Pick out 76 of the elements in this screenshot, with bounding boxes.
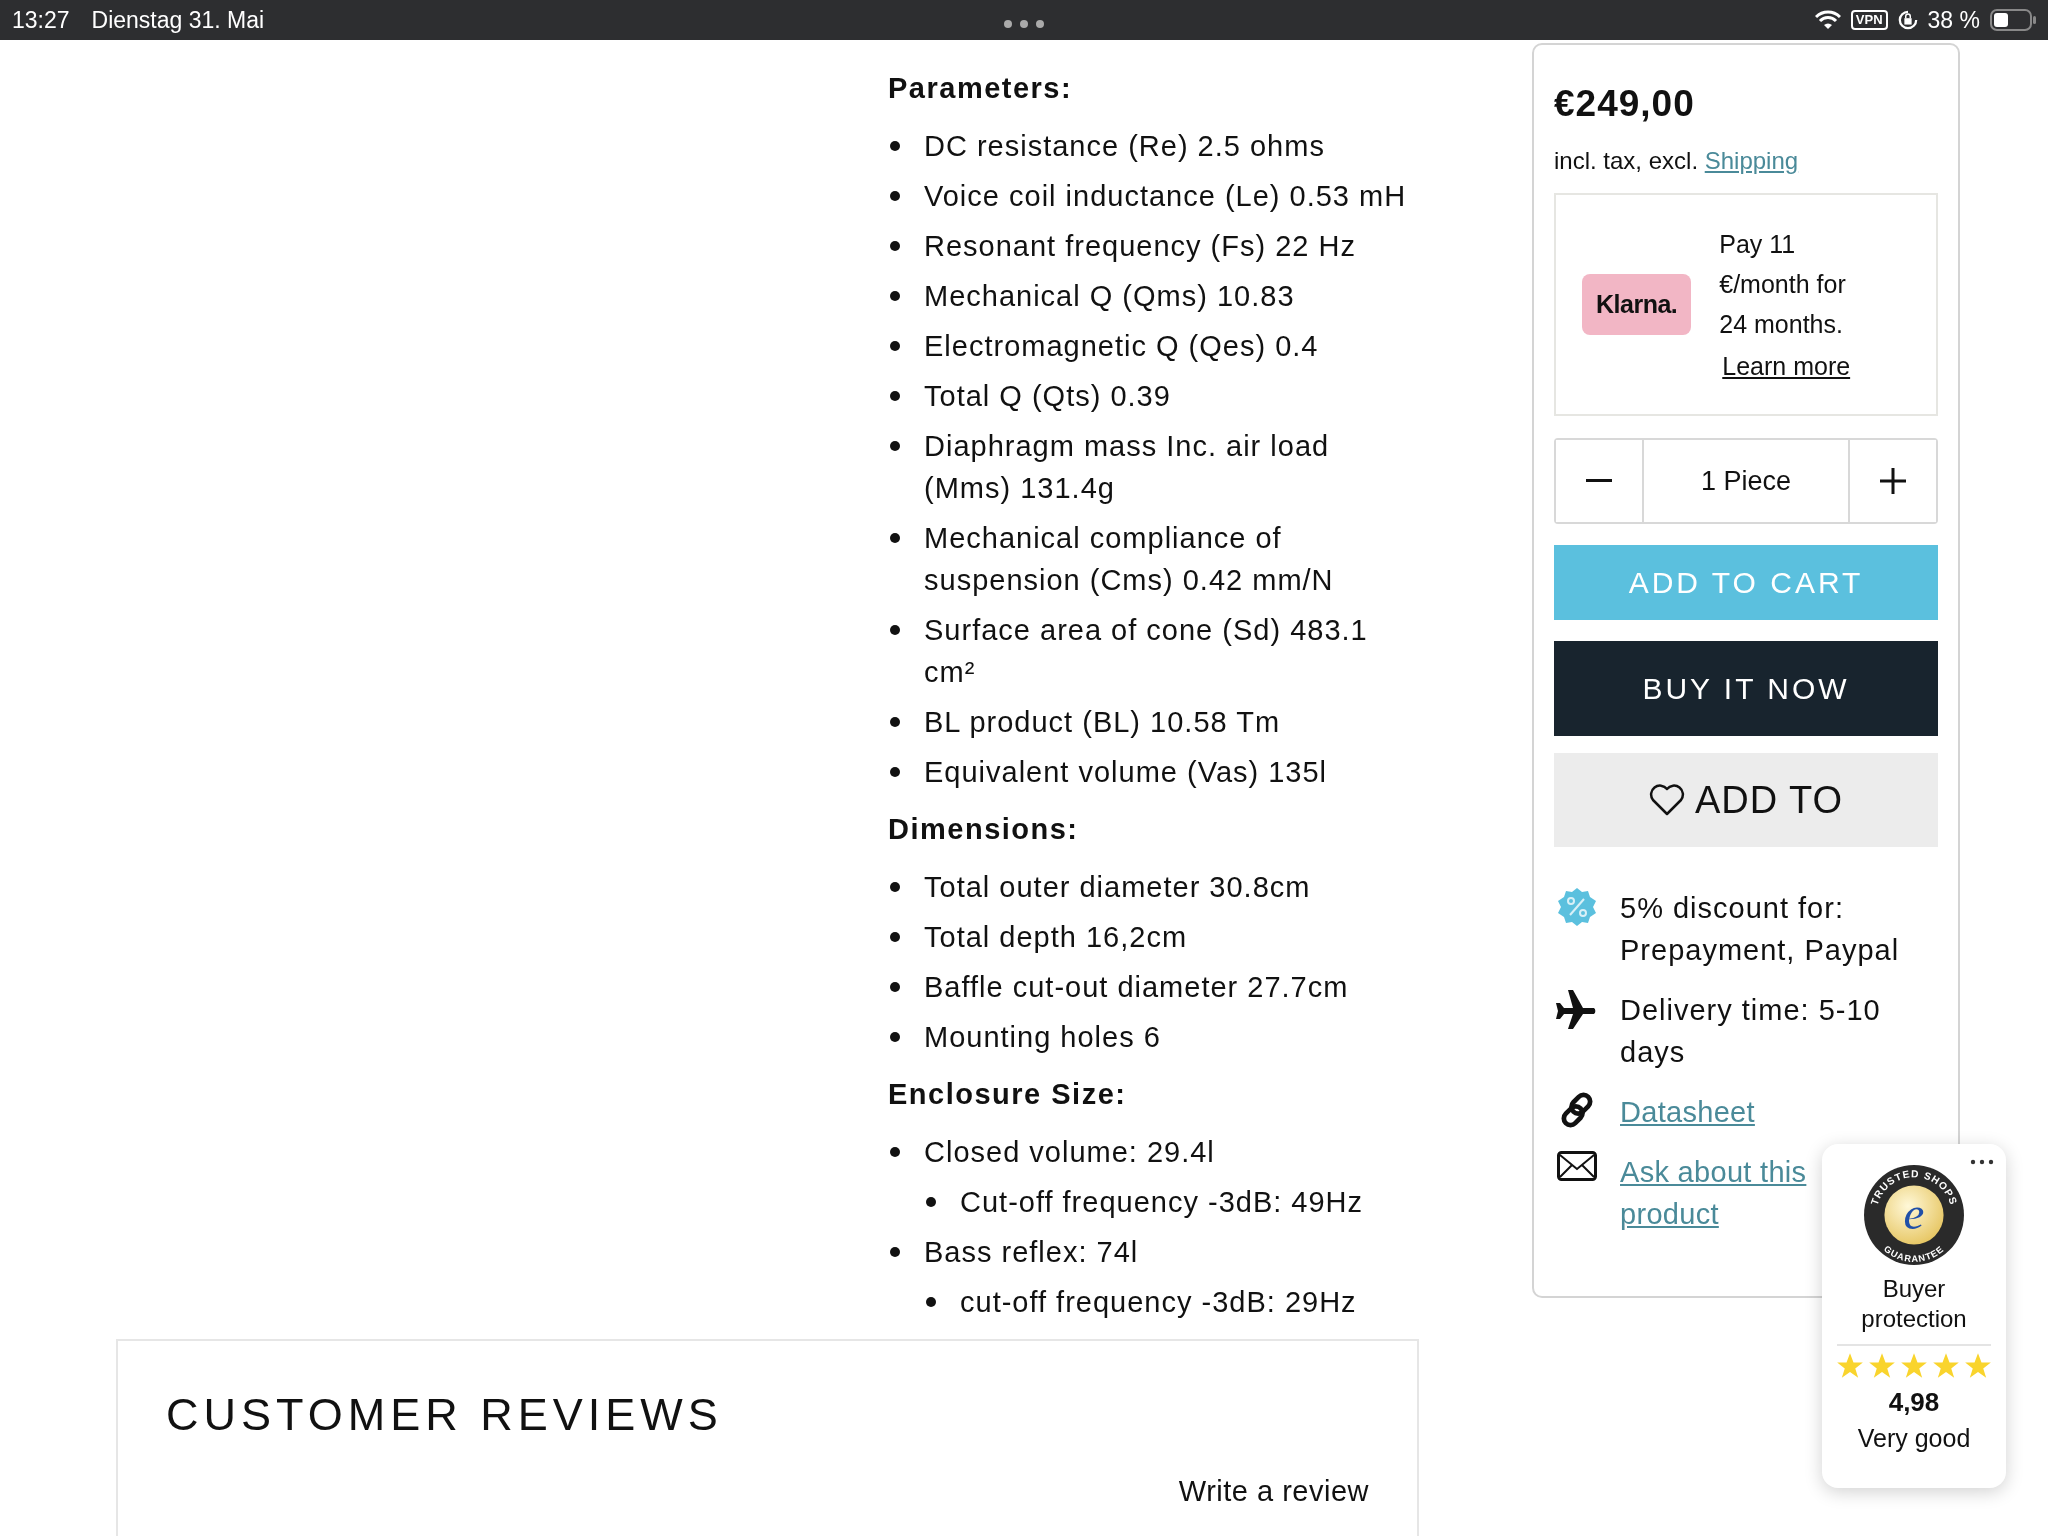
bullet-icon [890, 341, 900, 351]
learn-more-link[interactable]: Learn more [1722, 345, 1880, 386]
write-review-link[interactable]: Write a review [1178, 1475, 1369, 1508]
spec-item: Mechanical compliance of suspension (Cms) 0.42 mm/N [924, 521, 1335, 598]
spec-item: Voice coil inductance (Le) 0.53 mH [924, 179, 1408, 214]
spec-item: Mechanical Q (Qms) 10.83 [924, 279, 1296, 314]
bullet-icon [890, 982, 900, 992]
bullet-icon [890, 1247, 900, 1257]
bullet-icon [890, 932, 900, 942]
bullet-icon [890, 191, 900, 201]
bullet-icon [890, 391, 900, 401]
status-date: Dienstag 31. Mai [91, 6, 265, 34]
ask-product-link[interactable]: Ask about this product [1620, 1151, 1818, 1235]
spec-item: Surface area of cone (Sd) 483.1 cm² [924, 613, 1369, 690]
rotation-lock-icon [1897, 10, 1918, 30]
status-time: 13:27 [12, 6, 70, 34]
battery-percent: 38 % [1927, 6, 1980, 34]
spec-item: Total outer diameter 30.8cm [924, 870, 1312, 905]
section-heading: Enclosure Size: [888, 1078, 1128, 1111]
price: €249,00 [1554, 83, 1696, 125]
section-heading: Parameters: [888, 72, 1074, 105]
spec-item: Total depth 16,2cm [924, 920, 1189, 955]
battery-icon [1990, 9, 2036, 31]
star-icon [1868, 1352, 1896, 1379]
bullet-icon [890, 291, 900, 301]
bullet-icon [926, 1197, 936, 1207]
datasheet-link[interactable]: Datasheet [1620, 1091, 1755, 1133]
reviews-title: CUSTOMER REVIEWS [166, 1389, 724, 1441]
bullet-icon [890, 1147, 900, 1157]
bullet-icon [890, 882, 900, 892]
bullet-icon [890, 141, 900, 151]
vpn-badge: VPN [1850, 10, 1888, 30]
spec-item: Equivalent volume (Vas) 135l [924, 755, 1329, 790]
spec-item: Baffle cut-out diameter 27.7cm [924, 970, 1350, 1005]
spec-item: Mounting holes 6 [924, 1020, 1162, 1055]
bullet-icon [890, 533, 900, 543]
wishlist-button[interactable]: ADD TO [1554, 753, 1938, 847]
buy-now-button[interactable]: BUY IT NOW [1554, 641, 1938, 736]
star-icon [1900, 1352, 1928, 1379]
bullet-icon [890, 767, 900, 777]
star-icon [1932, 1352, 1960, 1379]
klarna-logo: Klarna. [1582, 274, 1692, 335]
bullet-icon [890, 1032, 900, 1042]
rating-verdict: Very good [1857, 1424, 1971, 1453]
buyer-protection-label: Buyer protection [1860, 1274, 1968, 1334]
plus-icon [1880, 468, 1906, 494]
bullet-icon [890, 241, 900, 251]
delivery-text: Delivery time: 5-10 days [1620, 993, 1882, 1070]
bullet-icon [890, 717, 900, 727]
wifi-icon [1814, 10, 1841, 30]
discount-text: 5% discount for: Prepayment, Paypal [1620, 891, 1901, 968]
spec-item: Cut-off frequency -3dB: 49Hz [960, 1185, 1365, 1220]
star-icon [1836, 1352, 1864, 1379]
section-heading: Dimensions: [888, 813, 1080, 846]
spec-item: BL product (BL) 10.58 Tm [924, 705, 1282, 740]
minus-icon [1586, 479, 1612, 483]
multitasking-dots-icon[interactable] [1003, 19, 1045, 29]
spec-item: Diaphragm mass Inc. air load (Mms) 131.4g [924, 429, 1331, 506]
bullet-icon [926, 1297, 936, 1307]
rating-score: 4,98 [1888, 1387, 1940, 1418]
tax-note: incl. tax, excl. [1554, 147, 1699, 174]
more-icon[interactable] [1970, 1159, 1994, 1165]
spec-item: Electromagnetic Q (Qes) 0.4 [924, 329, 1320, 364]
star-icon [1964, 1352, 1992, 1379]
spec-item: DC resistance (Re) 2.5 ohms [924, 129, 1326, 164]
spec-item: Closed volume: 29.4l [924, 1135, 1216, 1170]
spec-item: Total Q (Qts) 0.39 [924, 379, 1172, 414]
bullet-icon [890, 625, 900, 635]
bullet-icon [890, 441, 900, 451]
heart-icon [1648, 784, 1685, 816]
shipping-link[interactable]: Shipping [1704, 147, 1799, 174]
mail-icon [1554, 1151, 1600, 1181]
spec-item: cut-off frequency -3dB: 29Hz [960, 1285, 1358, 1320]
spec-item: Bass reflex: 74l [924, 1235, 1140, 1270]
klarna-message: Pay 11 €/month for 24 months. [1719, 228, 1847, 340]
spec-item: Resonant frequency (Fs) 22 Hz [924, 229, 1357, 264]
